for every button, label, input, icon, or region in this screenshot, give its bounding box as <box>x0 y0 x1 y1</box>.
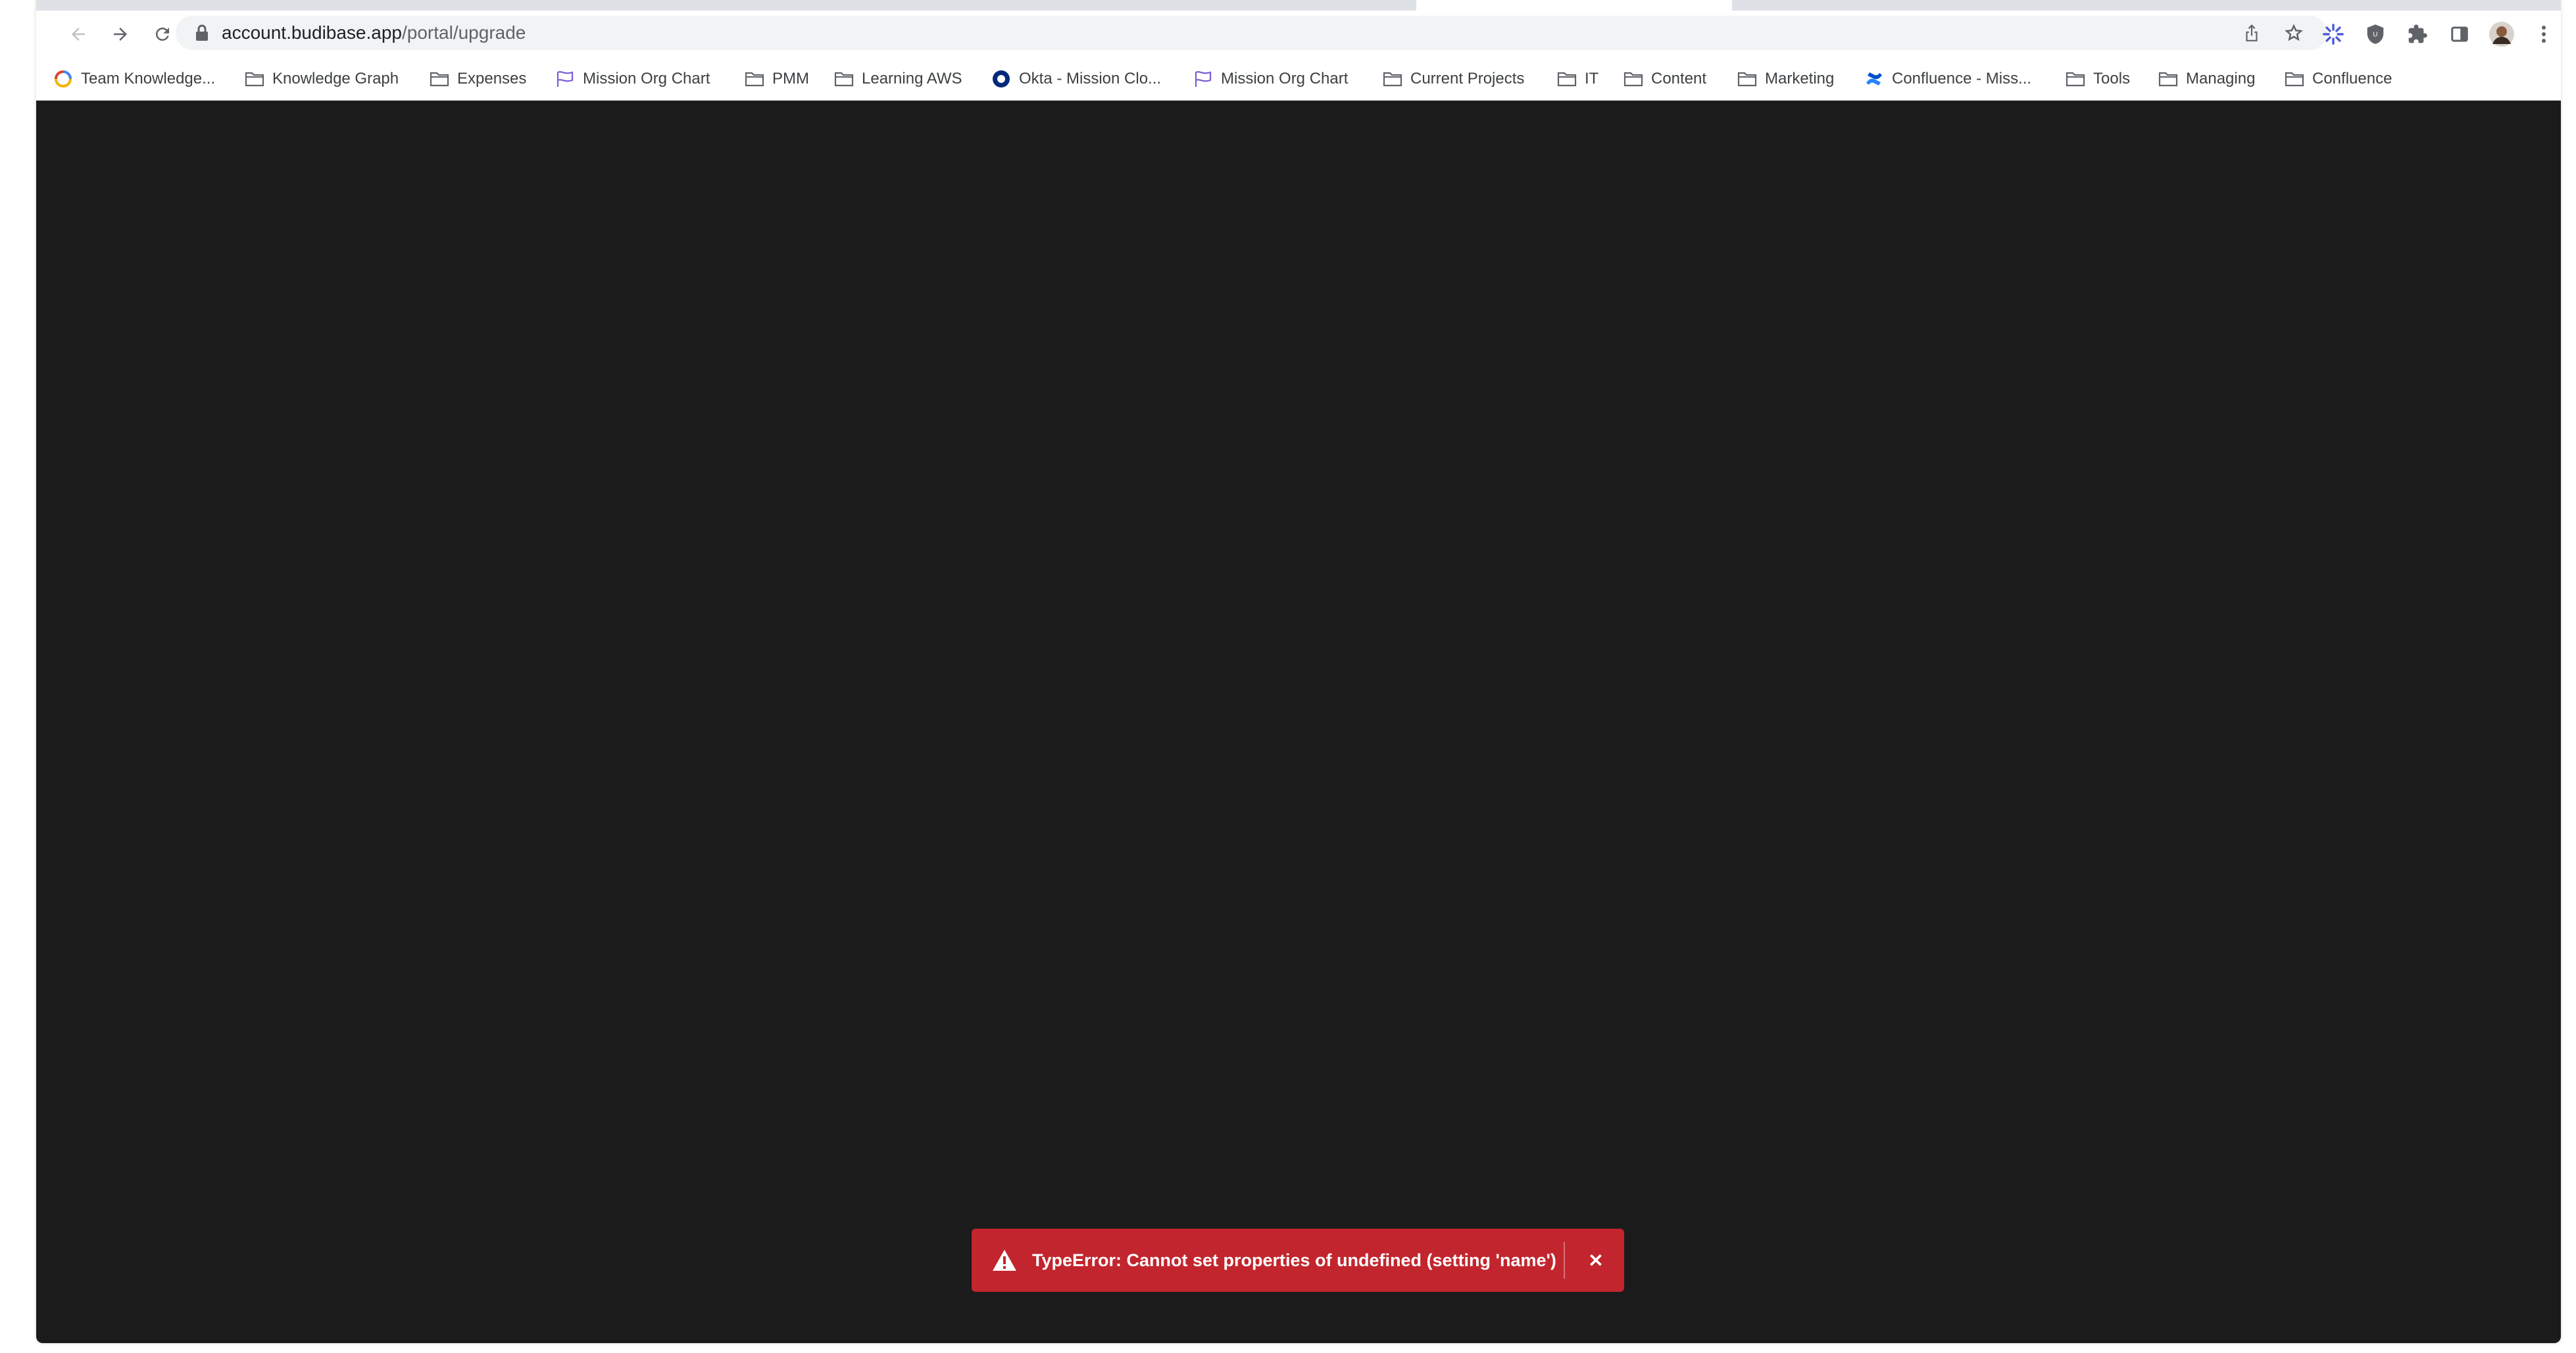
url-host: account.budibase.app <box>222 22 402 43</box>
warning-triangle-icon <box>991 1248 1018 1272</box>
bookmark-confluence[interactable]: Confluence <box>2285 58 2392 100</box>
shield-icon[interactable]: U <box>2361 20 2390 49</box>
extension-sparkle-icon[interactable] <box>2319 20 2348 49</box>
bookmark-label: Learning AWS <box>862 70 962 87</box>
folder-icon <box>1383 69 1402 89</box>
bookmark-label: Marketing <box>1765 70 1835 87</box>
bookmark-label: Tools <box>2093 70 2131 87</box>
bookmark-label: Confluence - Miss... <box>1892 70 2032 87</box>
folder-icon <box>1737 69 1757 89</box>
browser-toolbar: account.budibase.app/portal/upgrade U <box>36 11 2561 58</box>
folder-icon <box>1623 69 1643 89</box>
folder-icon <box>430 69 449 89</box>
star-icon[interactable] <box>2283 22 2304 43</box>
bookmark-learning-aws[interactable]: Learning AWS <box>834 58 962 100</box>
reload-icon[interactable] <box>148 20 177 49</box>
bookmark-label: Mission Org Chart <box>583 70 710 87</box>
lock-icon[interactable] <box>191 22 212 43</box>
kebab-menu-icon[interactable] <box>2529 20 2558 49</box>
error-toast: TypeError: Cannot set properties of unde… <box>972 1229 1624 1292</box>
bookmark-label: Content <box>1651 70 1707 87</box>
bookmark-label: Mission Org Chart <box>1221 70 1349 87</box>
bookmark-managing[interactable]: Managing <box>2158 58 2255 100</box>
toast-divider <box>1564 1242 1565 1279</box>
bookmark-expenses[interactable]: Expenses <box>430 58 526 100</box>
bookmark-marketing[interactable]: Marketing <box>1737 58 1834 100</box>
puzzle-icon[interactable] <box>2403 20 2432 49</box>
folder-icon <box>834 69 854 89</box>
side-panel-icon[interactable] <box>2445 20 2474 49</box>
bookmark-content[interactable]: Content <box>1623 58 1706 100</box>
share-icon[interactable] <box>2241 22 2262 43</box>
folder-icon <box>2066 69 2085 89</box>
profile-avatar[interactable] <box>2487 20 2516 49</box>
bookmark-label: Expenses <box>457 70 527 87</box>
folder-icon <box>745 69 764 89</box>
bookmarks-bar: Team Knowledge... Knowledge Graph Expens… <box>36 58 2561 101</box>
address-bar[interactable]: account.budibase.app/portal/upgrade <box>176 16 2327 50</box>
url-path: /portal/upgrade <box>402 22 526 43</box>
folder-icon <box>2285 69 2304 89</box>
forward-arrow-icon[interactable] <box>106 20 135 49</box>
bookmark-mission-org-chart-1[interactable]: Mission Org Chart <box>555 58 710 100</box>
bookmark-current-projects[interactable]: Current Projects <box>1383 58 1524 100</box>
svg-text:U: U <box>2373 32 2377 39</box>
bookmark-pmm[interactable]: PMM <box>745 58 809 100</box>
browser-window: account.budibase.app/portal/upgrade U Te… <box>36 0 2561 1343</box>
url-text[interactable]: account.budibase.app/portal/upgrade <box>222 16 526 50</box>
bookmark-label: Team Knowledge... <box>81 70 216 87</box>
bookmark-label: Current Projects <box>1410 70 1525 87</box>
bookmark-knowledge-graph[interactable]: Knowledge Graph <box>245 58 399 100</box>
close-icon[interactable]: ✕ <box>1580 1244 1612 1276</box>
back-arrow-icon[interactable] <box>64 20 93 49</box>
bookmark-label: Confluence <box>2312 70 2392 87</box>
bookmark-confluence-miss[interactable]: Confluence - Miss... <box>1864 58 2031 100</box>
circle-logo-icon <box>53 69 73 89</box>
bookmark-label: IT <box>1585 70 1599 87</box>
error-message: TypeError: Cannot set properties of unde… <box>1032 1250 1556 1270</box>
bookmark-it[interactable]: IT <box>1557 58 1598 100</box>
confluence-icon <box>1864 69 1884 89</box>
bookmark-label: PMM <box>772 70 809 87</box>
bookmark-tools[interactable]: Tools <box>2066 58 2130 100</box>
active-tab[interactable] <box>1416 0 1732 11</box>
folder-icon <box>2158 69 2178 89</box>
bookmark-mission-org-chart-2[interactable]: Mission Org Chart <box>1193 58 1348 100</box>
folder-icon <box>245 69 264 89</box>
okta-icon <box>991 69 1011 89</box>
bookmark-label: Okta - Mission Clo... <box>1019 70 1162 87</box>
folder-icon <box>1557 69 1577 89</box>
bookmark-team-knowledge[interactable]: Team Knowledge... <box>53 58 215 100</box>
bookmark-label: Managing <box>2186 70 2256 87</box>
flag-icon <box>555 69 575 89</box>
flag-icon <box>1193 69 1213 89</box>
bookmark-label: Knowledge Graph <box>272 70 399 87</box>
bookmark-okta[interactable]: Okta - Mission Clo... <box>991 58 1161 100</box>
tab-strip <box>36 0 2561 11</box>
page-content: TypeError: Cannot set properties of unde… <box>36 101 2561 1343</box>
